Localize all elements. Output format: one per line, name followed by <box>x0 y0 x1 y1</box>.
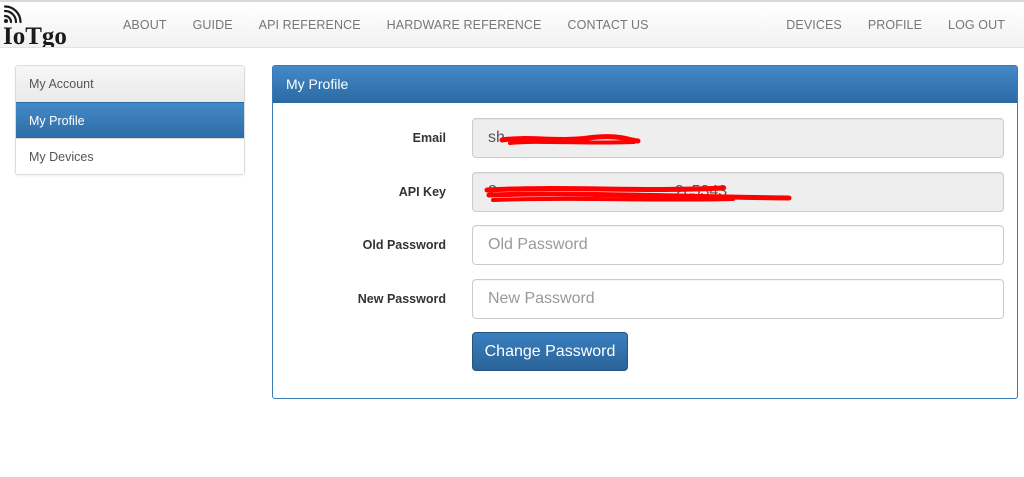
nav-right: DEVICES PROFILE LOG OUT <box>773 2 1018 48</box>
sidebar-item-my-profile[interactable]: My Profile <box>16 102 244 138</box>
top-navbar: IoTgo ABOUT GUIDE API REFERENCE HARDWARE… <box>0 0 1024 48</box>
api-key-row: API Key <box>273 172 1017 212</box>
email-field[interactable] <box>472 118 1004 158</box>
nav-profile[interactable]: PROFILE <box>855 2 935 48</box>
api-key-label: API Key <box>398 185 446 199</box>
old-password-label: Old Password <box>362 238 446 252</box>
nav-contact-us[interactable]: CONTACT US <box>555 2 662 48</box>
api-key-field[interactable] <box>472 172 1004 212</box>
nav-log-out[interactable]: LOG OUT <box>935 2 1018 48</box>
nav-left: ABOUT GUIDE API REFERENCE HARDWARE REFER… <box>110 2 662 48</box>
sidebar-item-my-devices[interactable]: My Devices <box>16 138 244 174</box>
brand-logo[interactable]: IoTgo <box>2 5 88 47</box>
profile-panel: My Profile Email API Key Old Password Ne… <box>272 65 1018 399</box>
old-password-field[interactable] <box>472 225 1004 265</box>
nav-hardware-reference[interactable]: HARDWARE REFERENCE <box>374 2 555 48</box>
email-row: Email <box>273 118 1017 158</box>
email-label: Email <box>412 131 446 145</box>
change-password-button[interactable]: Change Password <box>472 332 628 371</box>
new-password-field[interactable] <box>472 279 1004 319</box>
nav-api-reference[interactable]: API REFERENCE <box>246 2 374 48</box>
old-password-row: Old Password <box>273 225 1017 265</box>
nav-guide[interactable]: GUIDE <box>180 2 246 48</box>
panel-title: My Profile <box>273 66 1017 103</box>
wifi-signal-icon: IoTgo <box>3 5 67 47</box>
new-password-label: New Password <box>357 292 446 306</box>
sidebar: My Account My Profile My Devices <box>15 65 245 175</box>
brand-name: IoTgo <box>3 23 67 47</box>
new-password-row: New Password <box>273 279 1017 319</box>
sidebar-item-my-account[interactable]: My Account <box>16 66 244 102</box>
nav-about[interactable]: ABOUT <box>110 2 180 48</box>
nav-devices[interactable]: DEVICES <box>773 2 855 48</box>
